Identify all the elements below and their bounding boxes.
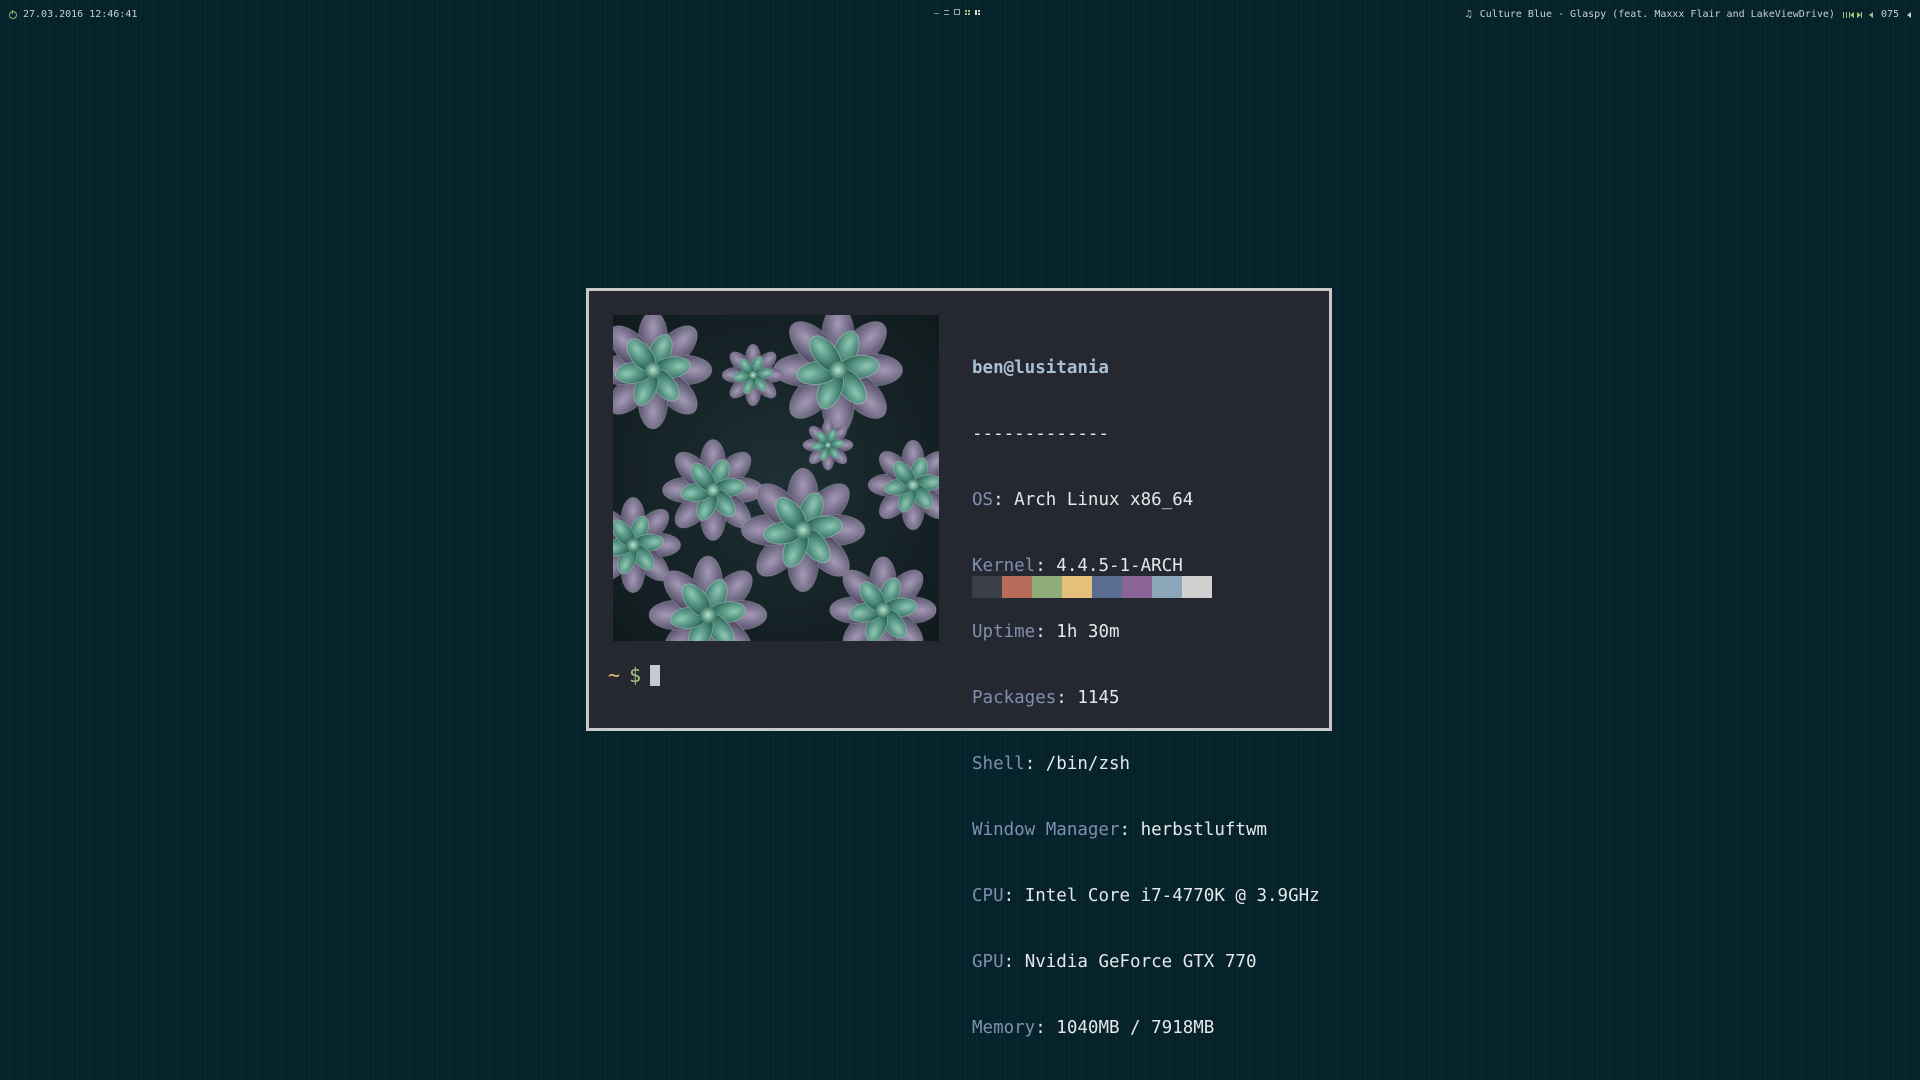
speaker-icon[interactable] [1907,11,1911,18]
pause-icon[interactable] [1842,11,1847,18]
music-note-icon: ♫ [1465,9,1472,20]
media-controls [1842,11,1861,18]
info-row-cpu: CPU: Intel Core i7-4770K @ 3.9GHz [972,885,1320,907]
datetime: 27.03.2016 12:46:41 [23,9,138,20]
info-key: GPU [972,952,1004,972]
info-row-wm: Window Manager: herbstluftwm [972,819,1320,841]
info-value: 1h 30m [1056,622,1120,642]
color-palette [972,576,1212,598]
grid-icon[interactable] [965,9,970,15]
info-value: 1145 [1077,688,1120,708]
prompt-symbol: $ [629,663,642,687]
terminal-window[interactable]: ben@lusitania ------------- OS: Arch Lin… [586,288,1332,1038]
color-swatch [1002,576,1032,598]
lines-icon[interactable] [944,9,949,15]
info-row-gpu: GPU: Nvidia GeForce GTX 770 [972,951,1320,973]
status-bar: 27.03.2016 12:46:41 ♫ Culture Blue - Gla… [0,0,1920,30]
color-swatch [1152,576,1182,598]
info-colon: : [1003,886,1025,906]
info-colon: : [1024,754,1046,774]
info-colon: : [1035,622,1057,642]
previous-icon[interactable] [1849,11,1854,18]
info-row-packages: Packages: 1145 [972,687,1320,709]
status-bar-left: 27.03.2016 12:46:41 [9,9,137,20]
info-value: Arch Linux x86_64 [1014,490,1194,510]
info-value: Nvidia GeForce GTX 770 [1024,952,1257,972]
color-swatch [1032,576,1062,598]
split-icon[interactable] [975,9,980,15]
info-key: Packages [972,688,1057,708]
user-host: ben@lusitania [972,358,1109,378]
next-icon[interactable] [1856,11,1861,18]
info-colon: : [1035,1018,1057,1038]
info-key: Kernel [972,556,1036,576]
shell-prompt[interactable]: ~ $ [608,663,661,687]
info-key: CPU [972,886,1004,906]
text-cursor[interactable] [650,664,661,686]
info-key: Memory [972,1018,1036,1038]
info-colon: : [1056,688,1078,708]
workspace-indicator [934,9,980,15]
color-swatch [972,576,1002,598]
info-key: Window Manager [972,820,1120,840]
info-key: OS [972,490,994,510]
info-value: 4.4.5-1-ARCH [1056,556,1183,576]
info-colon: : [993,490,1015,510]
color-swatch [1062,576,1092,598]
info-colon: : [1035,556,1057,576]
now-playing: Culture Blue - Glaspy (feat. Maxxx Flair… [1479,9,1835,20]
info-value: herbstluftwm [1140,820,1268,840]
color-swatch [1122,576,1152,598]
dash-icon[interactable] [934,13,939,14]
info-row-kernel: Kernel: 4.4.5-1-ARCH [972,555,1320,577]
volume-level: 075 [1880,9,1899,20]
volume-icon[interactable] [1868,11,1873,18]
info-value: Intel Core i7-4770K @ 3.9GHz [1024,886,1320,906]
power-icon[interactable] [9,9,17,19]
separator-line: ------------- [972,424,1109,444]
info-value: 1040MB / 7918MB [1056,1018,1215,1038]
color-swatch [1092,576,1122,598]
system-info: ben@lusitania ------------- OS: Arch Lin… [972,313,1320,1080]
color-swatch [1182,576,1212,598]
succulent-photo [613,315,939,641]
info-key: Uptime [972,622,1036,642]
info-colon: : [1003,952,1025,972]
info-row-memory: Memory: 1040MB / 7918MB [972,1017,1320,1039]
prompt-directory: ~ [608,663,621,687]
info-colon: : [1119,820,1141,840]
info-value: /bin/zsh [1045,754,1131,774]
info-row-uptime: Uptime: 1h 30m [972,621,1320,643]
info-row-os: OS: Arch Linux x86_64 [972,489,1320,511]
status-bar-right: ♫ Culture Blue - Glaspy (feat. Maxxx Fla… [1466,9,1911,20]
box-icon[interactable] [954,9,960,15]
info-row-shell: Shell: /bin/zsh [972,753,1320,775]
info-key: Shell [972,754,1025,774]
